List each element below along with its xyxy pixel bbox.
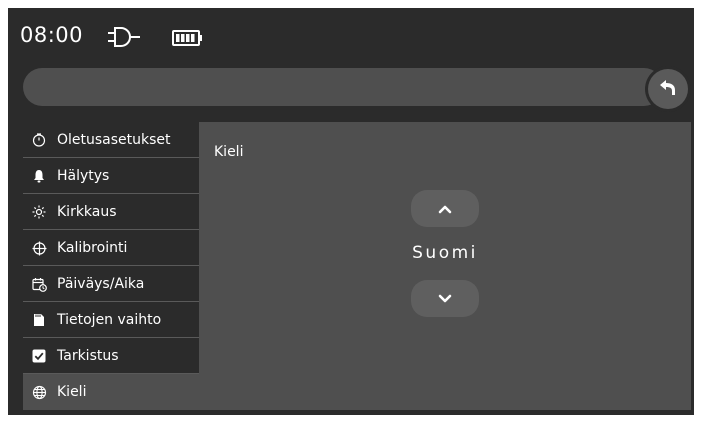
settings-sidebar: Oletusasetukset Hälytys Kirkkaus Kalibro… <box>23 122 199 410</box>
language-panel: Kieli Suomi <box>199 122 691 410</box>
sidebar-item-kirkkaus[interactable]: Kirkkaus <box>23 194 199 230</box>
clock-time: 08:00 <box>20 23 84 47</box>
power-plug-icon <box>106 26 146 48</box>
device-screen: 08:00 Oletusasetukset Hälytys Kirkkaus K… <box>8 8 694 415</box>
sidebar-item-halytys[interactable]: Hälytys <box>23 158 199 194</box>
sidebar-item-paivays-aika[interactable]: Päiväys/Aika <box>23 266 199 302</box>
checkbox-icon <box>31 348 47 364</box>
sidebar-item-oletusasetukset[interactable]: Oletusasetukset <box>23 122 199 158</box>
chevron-up-icon <box>438 199 452 218</box>
sidebar-item-label: Kalibrointi <box>57 240 128 256</box>
breadcrumb-bar <box>23 68 663 106</box>
sidebar-item-label: Tarkistus <box>57 348 119 364</box>
sidebar-item-kalibrointi[interactable]: Kalibrointi <box>23 230 199 266</box>
chevron-down-icon <box>438 289 452 308</box>
sidebar-item-kieli[interactable]: Kieli <box>23 374 199 410</box>
panel-title: Kieli <box>214 144 244 160</box>
back-button[interactable] <box>648 69 688 109</box>
bell-icon <box>31 168 47 184</box>
sidebar-item-tarkistus[interactable]: Tarkistus <box>23 338 199 374</box>
battery-icon <box>172 30 204 46</box>
sidebar-item-label: Kieli <box>57 384 87 400</box>
next-language-button[interactable] <box>411 280 479 317</box>
selected-language: Suomi <box>412 243 478 263</box>
previous-language-button[interactable] <box>411 190 479 227</box>
sidebar-item-tietojen-vaihto[interactable]: Tietojen vaihto <box>23 302 199 338</box>
status-bar: 08:00 <box>8 8 694 63</box>
calendar-clock-icon <box>31 276 47 292</box>
globe-icon <box>31 384 47 400</box>
sidebar-item-label: Hälytys <box>57 168 110 184</box>
sidebar-item-label: Oletusasetukset <box>57 132 171 148</box>
sidebar-item-label: Kirkkaus <box>57 204 117 220</box>
sidebar-item-label: Tietojen vaihto <box>57 312 162 328</box>
back-arrow-icon <box>658 77 678 101</box>
timer-icon <box>31 132 47 148</box>
sd-card-icon <box>31 312 47 328</box>
sun-icon <box>31 204 47 220</box>
crosshair-icon <box>31 240 47 256</box>
sidebar-item-label: Päiväys/Aika <box>57 276 145 292</box>
